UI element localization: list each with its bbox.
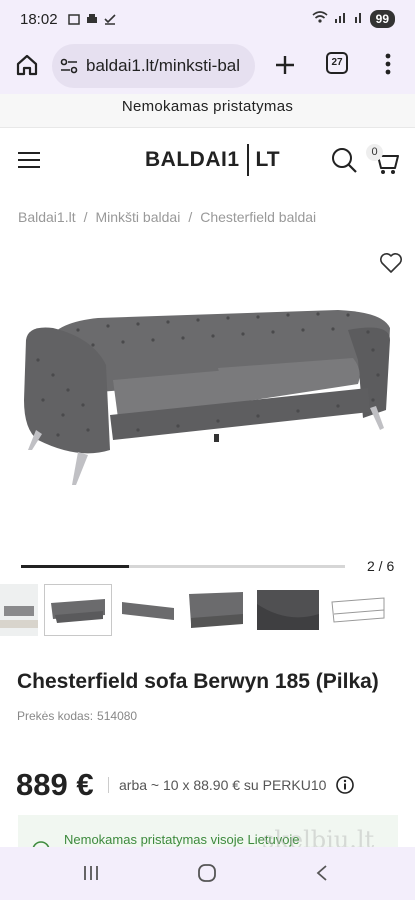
system-nav-bar [0, 847, 415, 900]
printer-icon [86, 12, 98, 23]
new-tab-button[interactable] [272, 52, 298, 78]
thumbnail-strip [0, 582, 415, 638]
url-text[interactable]: baldai1.lt/minksti-bal [86, 56, 240, 76]
recents-icon [84, 866, 98, 880]
browser-menu-button[interactable] [381, 51, 395, 77]
plus-icon [276, 56, 294, 74]
battery-indicator: 99 [369, 10, 395, 28]
wishlist-heart-icon[interactable] [379, 252, 403, 274]
product-title: Chesterfield sofa Berwyn 185 (Pilka) [17, 670, 379, 693]
installment-offer: arba ~ 10 x 88.90 € su PERKU10 [119, 777, 327, 793]
system-home-button[interactable] [197, 863, 217, 883]
cart-count-badge: 0 [366, 144, 383, 161]
recents-button[interactable] [82, 865, 100, 881]
address-bar[interactable]: baldai1.lt/minksti-bal [52, 44, 255, 88]
thumbnail-5[interactable] [257, 584, 319, 636]
status-system-icons: 99 [312, 10, 395, 28]
gallery-progress-bar [21, 565, 345, 568]
info-icon[interactable] [336, 776, 354, 794]
sku-label: Prekės kodas: [17, 709, 94, 723]
product-main-image[interactable] [18, 300, 398, 500]
back-chevron-icon [316, 865, 327, 881]
home-icon [16, 54, 38, 76]
status-notification-icons [68, 12, 116, 25]
back-button[interactable] [315, 864, 329, 882]
breadcrumb-separator: / [83, 209, 88, 225]
gallery-progress-fill [21, 565, 129, 568]
status-time: 18:02 [20, 11, 58, 28]
breadcrumb-item-category[interactable]: Minkšti baldai [95, 209, 180, 225]
breadcrumb: Baldai1.lt / Minkšti baldai / Chesterfield b… [18, 209, 316, 225]
thumbnail-6[interactable] [328, 584, 388, 636]
site-logo[interactable]: BALDAI1 LT [145, 142, 280, 178]
logo-text-left: BALDAI1 [145, 148, 240, 171]
wifi-icon [312, 10, 328, 28]
logo-text-right: LT [255, 148, 280, 171]
status-bar: 18:02 99 [0, 0, 415, 38]
promo-banner: Nemokamas pristatymas [0, 94, 415, 128]
logo-divider [246, 144, 249, 176]
thumbnail-4[interactable] [185, 584, 247, 636]
product-price: 889 € [16, 767, 94, 802]
thumbnail-1[interactable] [0, 584, 38, 636]
search-icon[interactable] [330, 146, 358, 174]
gallery-counter: 2 / 6 [367, 558, 395, 574]
screenshot-icon [68, 12, 80, 25]
breadcrumb-item-home[interactable]: Baldai1.lt [18, 209, 76, 225]
thumbnail-3[interactable] [118, 584, 178, 636]
download-done-icon [104, 12, 116, 25]
signal-icon [334, 10, 348, 28]
menu-icon[interactable] [18, 152, 40, 168]
more-vertical-icon [385, 53, 391, 75]
breadcrumb-separator: / [188, 209, 193, 225]
breadcrumb-item-subcategory[interactable]: Chesterfield baldai [200, 209, 316, 225]
thumbnail-2[interactable] [44, 584, 112, 636]
site-settings-icon[interactable] [60, 57, 78, 75]
home-circle-icon [198, 864, 216, 882]
signal-icon-2 [354, 10, 364, 28]
browser-toolbar: baldai1.lt/minksti-bal 27 [0, 38, 415, 94]
price-divider [108, 777, 109, 793]
sku-value: 514080 [97, 709, 138, 723]
browser-home-button[interactable] [14, 52, 40, 78]
tab-switcher-button[interactable]: 27 [326, 52, 348, 74]
product-sku: Prekės kodas: 514080 [17, 709, 137, 723]
site-header: BALDAI1 LT 0 [0, 128, 415, 196]
